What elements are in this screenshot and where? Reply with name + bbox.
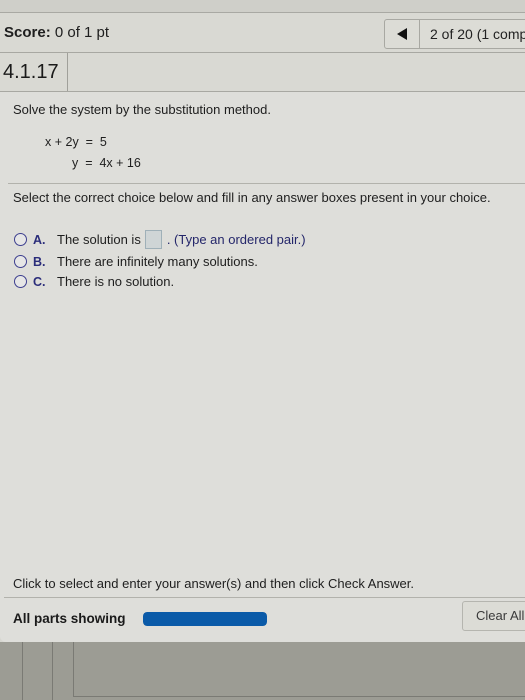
choice-letter: C. [33,274,46,289]
score-value: 0 of 1 pt [54,24,110,41]
score-bar: Score: 0 of 1 pt 2 of 20 (1 comp [0,13,525,53]
question-panel: Solve the system by the substitution met… [0,92,525,642]
radio-a[interactable] [14,233,27,246]
choice-text: The solution is [57,232,141,247]
parts-progress-bar [143,612,267,626]
select-prompt: Select the correct choice below and fill… [13,190,491,205]
previous-question-button[interactable] [385,20,420,48]
parts-label: All parts showing [13,611,126,626]
triangle-left-icon [397,28,407,40]
divider [4,597,525,598]
top-strip [0,0,525,13]
divider [52,642,53,700]
divider [73,696,525,697]
divider [8,183,525,184]
clear-all-button[interactable]: Clear All [462,601,525,631]
question-id: 4.1.17 [0,53,68,91]
question-progress[interactable]: 2 of 20 (1 comp [420,26,525,42]
footer-instruction: Click to select and enter your answer(s)… [13,576,415,591]
equation-1: x + 2y = 5 [45,135,107,149]
background-area [0,642,525,700]
question-id-bar: 4.1.17 [0,53,525,92]
divider [73,642,74,696]
choice-a[interactable]: A. The solution is . (Type an ordered pa… [14,230,306,249]
choice-letter: A. [33,232,46,247]
choice-text: There is no solution. [57,274,175,289]
choice-c[interactable]: C. There is no solution. [14,274,174,289]
choice-letter: B. [33,254,46,269]
radio-b[interactable] [14,255,27,268]
progress-fill [143,612,267,626]
choice-b[interactable]: B. There are infinitely many solutions. [14,254,258,269]
answer-input-box[interactable] [144,230,162,249]
equation-2: y = 4x + 16 [72,156,141,170]
question-navigator: 2 of 20 (1 comp [384,19,525,49]
score-label: Score: [4,24,51,41]
divider [22,642,23,700]
radio-c[interactable] [14,275,27,288]
question-instruction: Solve the system by the substitution met… [13,102,271,117]
choice-text: There are infinitely many solutions. [57,254,258,269]
choice-hint: . (Type an ordered pair.) [166,232,306,247]
score: Score: 0 of 1 pt [4,24,109,41]
